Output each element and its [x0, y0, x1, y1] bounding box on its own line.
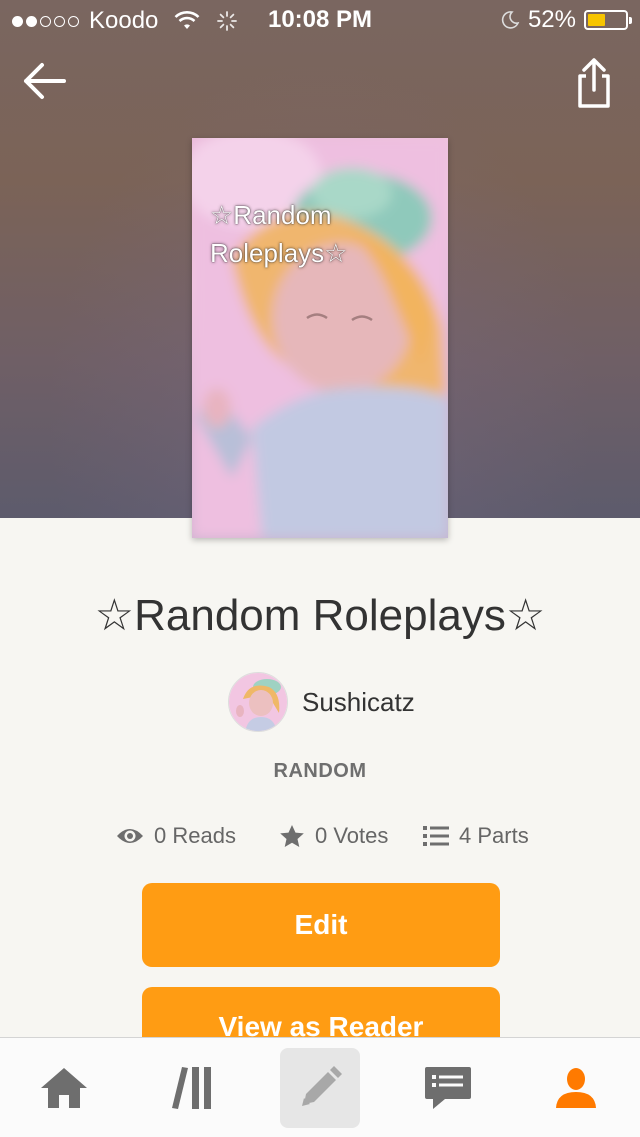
- story-stats: 0 Reads 0 Votes 4 Parts: [0, 818, 640, 854]
- parts-stat[interactable]: 4 Parts: [423, 818, 529, 854]
- tab-messages[interactable]: [408, 1048, 488, 1128]
- status-bar: Koodo 10:08 PM 52%: [0, 0, 640, 40]
- arrow-left-icon: [24, 63, 66, 99]
- author-row[interactable]: Sushicatz: [228, 672, 415, 732]
- votes-stat: 0 Votes: [279, 818, 388, 854]
- story-title: ☆Random Roleplays☆: [94, 591, 546, 640]
- eye-icon: [117, 829, 143, 843]
- battery-percent: 52%: [527, 6, 576, 33]
- tab-write[interactable]: [280, 1048, 360, 1128]
- avatar[interactable]: [228, 672, 288, 732]
- library-icon: [172, 1067, 211, 1109]
- tab-home[interactable]: [24, 1048, 104, 1128]
- battery-group: 52%: [500, 6, 632, 34]
- pencil-icon: [302, 1066, 342, 1106]
- back-button[interactable]: [22, 58, 72, 108]
- avatar-illustration: [229, 673, 287, 731]
- share-button[interactable]: [572, 56, 616, 112]
- messages-icon: [425, 1067, 471, 1109]
- tab-library[interactable]: [152, 1048, 232, 1128]
- cover-title-text: ☆Random Roleplays☆: [210, 200, 348, 268]
- author-name[interactable]: Sushicatz: [302, 687, 415, 718]
- battery-icon: [584, 10, 632, 30]
- parts-count[interactable]: 4 Parts: [459, 823, 529, 849]
- profile-icon: [556, 1068, 596, 1108]
- list-icon: [423, 826, 449, 846]
- tab-profile[interactable]: [536, 1048, 616, 1128]
- tab-bar: [0, 1037, 640, 1137]
- home-icon: [41, 1068, 87, 1108]
- reads-count: 0 Reads: [154, 823, 236, 848]
- edit-button[interactable]: Edit: [142, 883, 500, 967]
- votes-count: 0 Votes: [315, 823, 389, 848]
- star-icon: [280, 825, 304, 847]
- share-icon: [578, 58, 610, 108]
- reads-stat: 0 Reads: [116, 818, 236, 854]
- story-category[interactable]: RANDOM: [0, 760, 640, 783]
- story-cover-image[interactable]: ☆Random Roleplays☆: [192, 138, 448, 538]
- do-not-disturb-moon-icon: [501, 11, 520, 29]
